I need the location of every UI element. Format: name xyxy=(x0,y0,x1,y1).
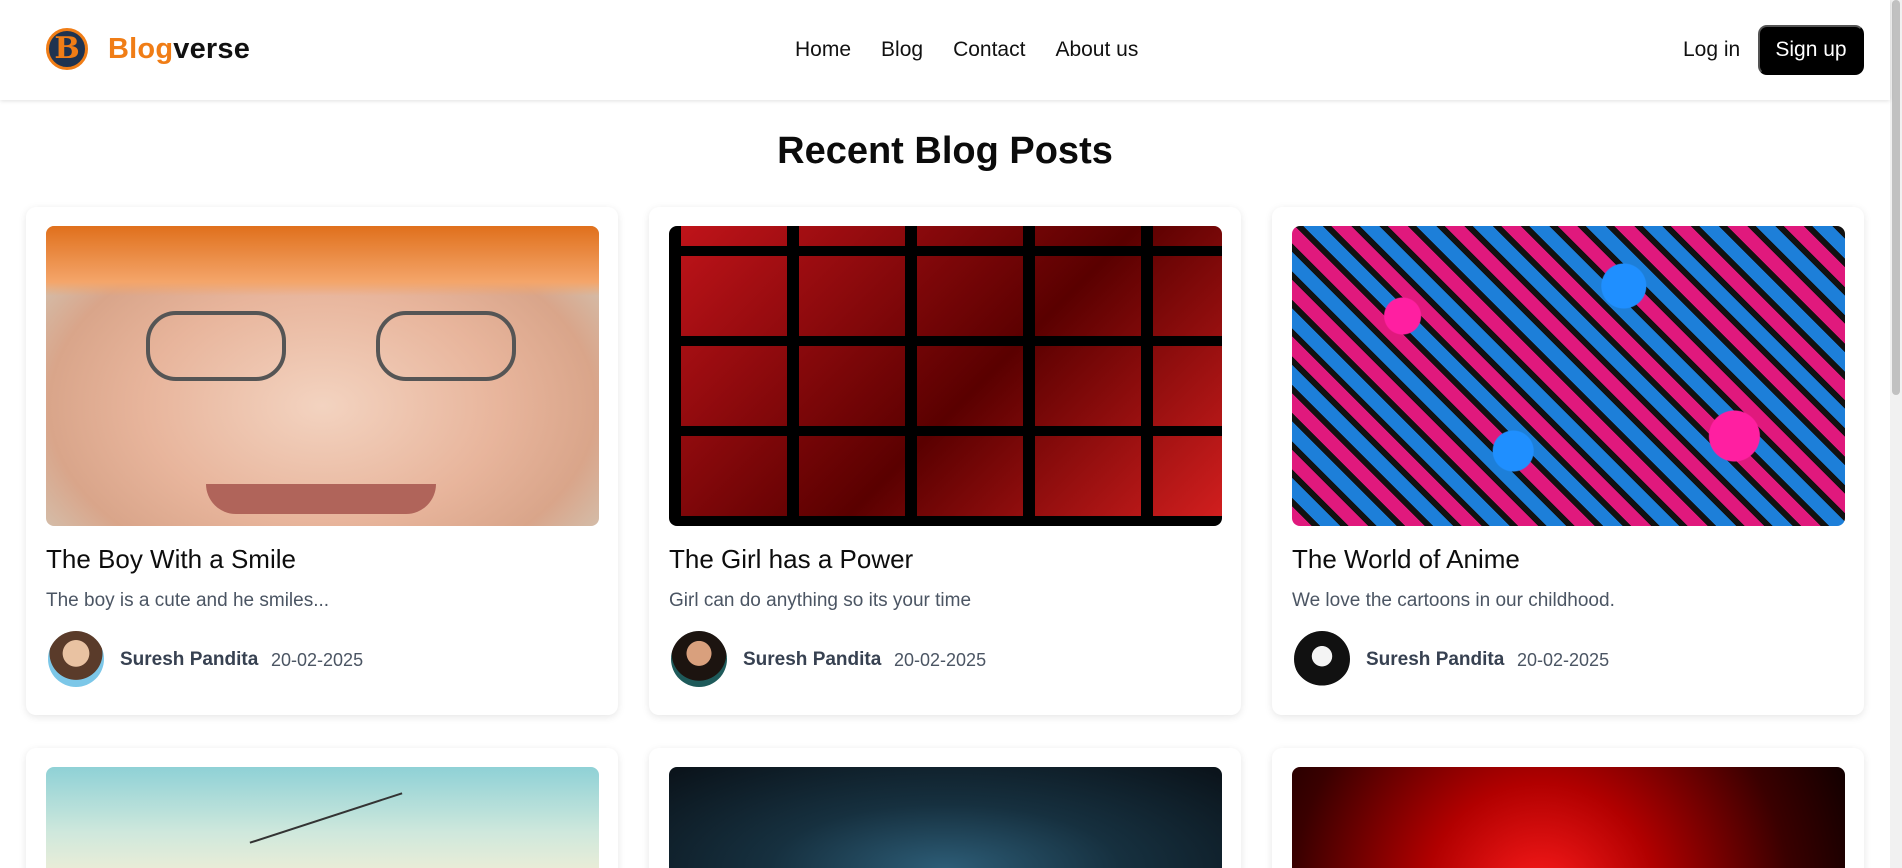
blogverse-logo-icon: B xyxy=(46,28,88,70)
post-cover-image xyxy=(1292,226,1845,526)
post-cover-image xyxy=(669,767,1222,868)
post-cover-image xyxy=(46,226,599,526)
brand-logo-link[interactable]: B Blogverse xyxy=(46,28,250,70)
post-excerpt: The boy is a cute and he smiles... xyxy=(46,590,330,611)
brand-name-part2: verse xyxy=(173,32,251,65)
login-link[interactable]: Log in xyxy=(1683,38,1740,62)
nav-blog-link[interactable]: Blog xyxy=(881,38,923,62)
post-author: Suresh Pandita xyxy=(120,649,259,670)
author-avatar xyxy=(671,631,727,687)
brand-name-part1: Blog xyxy=(108,32,174,65)
post-excerpt: We love the cartoons in our childhood. xyxy=(1292,590,1615,611)
post-cover-image xyxy=(1292,767,1845,868)
page-title: Recent Blog Posts xyxy=(777,130,1113,172)
author-avatar xyxy=(1294,631,1350,687)
post-excerpt: Girl can do anything so its your time xyxy=(669,590,972,611)
post-title[interactable]: The Boy With a Smile xyxy=(46,544,296,575)
post-author: Suresh Pandita xyxy=(743,649,882,670)
blog-post-card[interactable] xyxy=(26,748,618,868)
nav-home-link[interactable]: Home xyxy=(795,38,851,62)
post-author: Suresh Pandita xyxy=(1366,649,1505,670)
blog-post-card[interactable] xyxy=(649,748,1241,868)
author-avatar xyxy=(48,631,104,687)
blog-post-card[interactable]: The Girl has a Power Girl can do anythin… xyxy=(649,207,1241,715)
blog-post-card[interactable] xyxy=(1272,748,1864,868)
site-header: B Blogverse Home Blog Contact About us L… xyxy=(0,0,1890,100)
signup-button[interactable]: Sign up xyxy=(1758,25,1864,75)
blog-post-card[interactable]: The World of Anime We love the cartoons … xyxy=(1272,207,1864,715)
post-cover-image xyxy=(669,226,1222,526)
post-date: 20-02-2025 xyxy=(1517,650,1610,670)
post-date: 20-02-2025 xyxy=(894,650,987,670)
page-scrollbar-thumb[interactable] xyxy=(1892,0,1900,395)
nav-about-link[interactable]: About us xyxy=(1055,38,1138,62)
brand-name: Blogverse xyxy=(108,33,250,66)
post-date: 20-02-2025 xyxy=(271,650,364,670)
post-title[interactable]: The World of Anime xyxy=(1292,544,1520,575)
nav-contact-link[interactable]: Contact xyxy=(953,38,1025,62)
blog-post-card[interactable]: The Boy With a Smile The boy is a cute a… xyxy=(26,207,618,715)
main-nav: Home Blog Contact About us xyxy=(795,0,1138,100)
post-cover-image xyxy=(46,767,599,868)
post-title[interactable]: The Girl has a Power xyxy=(669,544,913,575)
